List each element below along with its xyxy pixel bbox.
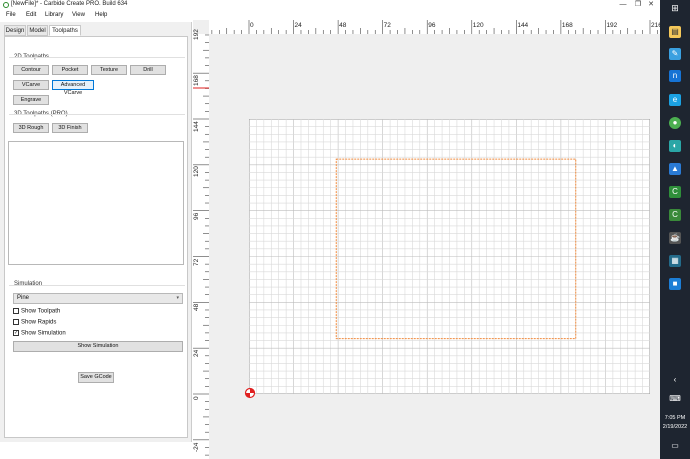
chrome-browser-icon[interactable]: ● [669,117,681,129]
ruler-label-y: 72 [193,258,200,266]
edge-browser-icon[interactable]: e [669,94,681,106]
carbide-create-taskbar-icon[interactable]: C [669,209,681,221]
design-canvas[interactable]: 0 24 48 72 96 120 144 168 192 216 192 168 144 120 96 7… [193,20,662,459]
show-toolpath-checkbox[interactable]: Show Toolpath [13,308,60,316]
blue-square-icon[interactable]: ■ [669,278,681,290]
ruler-label-y: 96 [193,212,200,220]
ruler-label-y: 120 [193,166,200,178]
checkbox-box[interactable] [13,319,19,325]
windows-start-icon[interactable]: ⊞ [669,2,681,14]
calculator-icon[interactable]: ▤ [669,26,681,38]
toolpaths-panel: 2D Toolpaths Contour Pocket Texture Dril… [4,36,188,438]
menu-file[interactable]: File [6,12,16,18]
ruler-label-x: 0 [250,22,254,29]
simulation-label: Simulation [14,281,43,287]
vcarve-button[interactable]: VCarve [13,80,49,90]
title-bar: [NewFile]* - Carbide Create PRO. Build 6… [0,0,660,10]
ruler-label-x: 72 [383,22,391,29]
material-select[interactable]: Pine ▾ [13,293,183,304]
menu-view[interactable]: View [72,12,85,18]
teal-app-icon[interactable]: ◐ [669,140,681,152]
menu-library[interactable]: Library [45,12,63,18]
ruler-label-x: 96 [428,22,436,29]
menu-bar: File Edit Library View Help [0,11,660,20]
group-divider [9,285,185,286]
ruler-label-y: 192 [193,28,200,40]
pocket-button[interactable]: Pocket [52,65,88,75]
window-title: [NewFile]* - Carbide Create PRO. Build 6… [11,1,128,7]
ruler-label-y: 168 [193,74,200,86]
tab-design[interactable]: Design [4,25,26,36]
cam-app-icon[interactable]: ▦ [669,255,681,267]
group-divider [9,57,185,58]
ruler-label-y: 48 [193,304,200,312]
advanced-vcarve-button[interactable]: Advanced VCarve [52,80,94,96]
carbide-taskbar-icon[interactable]: C [669,186,681,198]
minimize-button[interactable]: — [617,0,629,10]
show-simulation-checkbox[interactable]: ✓ Show Simulation [13,330,66,338]
app-n-icon[interactable]: n [669,70,681,82]
texture-button[interactable]: Texture [91,65,127,75]
keyboard-icon[interactable]: ⌨ [669,393,681,405]
mug-app-icon[interactable]: ☕ [669,232,681,244]
tab-model[interactable]: Model [27,25,48,36]
ruler-label-x: 24 [294,22,302,29]
menu-help[interactable]: Help [95,12,107,18]
maximize-button[interactable]: ❐ [632,0,644,10]
notification-icon[interactable]: ▭ [669,440,681,452]
checkbox-label: Show Toolpath [21,308,61,315]
checkbox-label: Show Rapids [21,319,57,326]
tab-toolpaths[interactable]: Toolpaths [49,25,81,36]
ruler-label-x: 120 [472,22,484,29]
menu-edit[interactable]: Edit [26,12,36,18]
checkbox-box[interactable] [13,308,19,314]
taskbar-date[interactable]: 2/19/2022 [660,424,690,430]
ruler-label-y: 144 [193,120,200,132]
drill-button[interactable]: Drill [130,65,166,75]
windows-taskbar: ⊞ ▤ ✎ n e ● ◐ ▲ C C ☕ ▦ ■ ‹ ⌨ 7:05 PM 2/… [660,0,690,459]
ruler-label-x: 168 [561,22,573,29]
3d-finish-button[interactable]: 3D Finish [52,123,88,133]
blue-app-icon[interactable]: ▲ [669,163,681,175]
stock-grid[interactable] [249,119,650,394]
3d-rough-button[interactable]: 3D Rough [13,123,49,133]
save-gcode-button[interactable]: Save GCode [78,372,114,383]
carbide-app-icon [3,2,9,8]
show-rapids-checkbox[interactable]: Show Rapids [13,319,56,327]
checkmark-icon[interactable]: ✓ [13,330,19,336]
contour-button[interactable]: Contour [13,65,49,75]
ruler-label-x: 144 [517,22,529,29]
material-value: Pine [17,295,30,301]
show-simulation-button[interactable]: Show Simulation [13,341,183,352]
ruler-label-y: 24 [193,349,200,358]
chevron-up-icon[interactable]: ‹ [669,374,681,386]
feather-app-icon[interactable]: ✎ [669,48,681,60]
ruler-label-y: 0 [193,395,200,400]
origin-marker-icon [244,387,256,399]
checkbox-label: Show Simulation [21,330,66,337]
toolpath-list[interactable] [8,141,184,265]
engrave-button[interactable]: Engrave [13,95,49,105]
ruler-label-y: -24 [193,442,200,453]
ruler-label-x: 192 [606,22,618,29]
close-button[interactable]: ✕ [645,0,657,10]
chevron-down-icon: ▾ [176,295,179,301]
group-divider [9,114,185,115]
ruler-label-x: 48 [339,22,347,29]
left-panel: Design Model Toolpaths 2D Toolpaths Cont… [0,22,192,442]
taskbar-time[interactable]: 7:05 PM [660,415,690,421]
